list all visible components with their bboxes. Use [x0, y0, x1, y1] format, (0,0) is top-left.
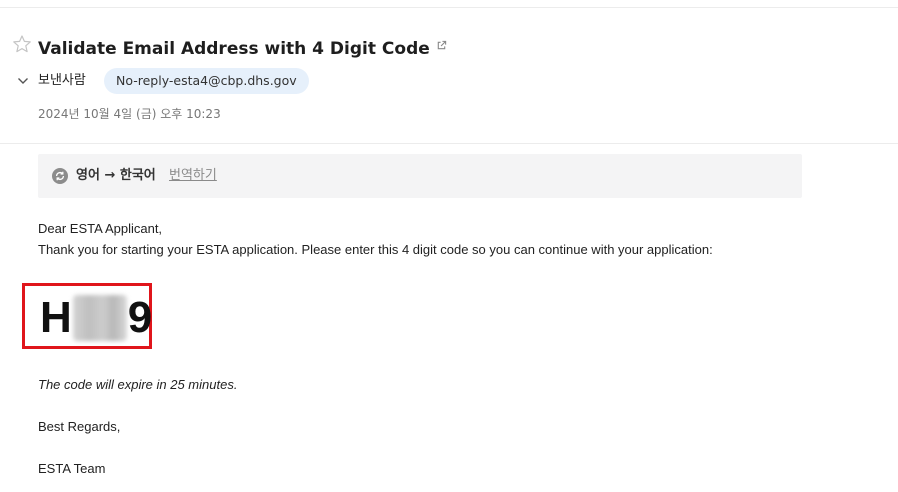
translate-link[interactable]: 번역하기 [169, 167, 217, 185]
external-link-icon[interactable] [436, 40, 447, 51]
code-first-char: H [40, 293, 72, 342]
sender-address-chip[interactable]: No-reply-esta4@cbp.dhs.gov [104, 68, 309, 94]
header-divider [0, 143, 898, 144]
email-subject: Validate Email Address with 4 Digit Code [38, 38, 447, 60]
translation-bar: 영어 → 한국어 번역하기 [38, 154, 802, 198]
sender-label: 보낸사람 [38, 73, 86, 88]
code-redacted-blur [72, 295, 127, 341]
code-last-char: 9 [127, 293, 153, 342]
expiry-note: The code will expire in 25 minutes. [38, 377, 238, 392]
intro-text: Thank you for starting your ESTA applica… [38, 242, 713, 257]
email-header: Validate Email Address with 4 Digit Code… [0, 8, 898, 143]
translation-languages: 영어 → 한국어 [76, 168, 156, 183]
email-date: 2024년 10월 4일 (금) 오후 10:23 [38, 107, 221, 121]
greeting-text: Dear ESTA Applicant, [38, 221, 163, 236]
subject-text: Validate Email Address with 4 Digit Code [38, 39, 430, 59]
chevron-down-icon[interactable] [17, 76, 29, 86]
verification-code: H 9 [40, 292, 152, 344]
verification-code-highlight: H 9 [22, 283, 152, 349]
translate-icon [52, 168, 68, 184]
sender-row: 보낸사람 No-reply-esta4@cbp.dhs.gov [0, 68, 600, 94]
star-icon[interactable] [12, 34, 32, 54]
signature-text: ESTA Team [38, 461, 106, 476]
closing-text: Best Regards, [38, 419, 121, 434]
